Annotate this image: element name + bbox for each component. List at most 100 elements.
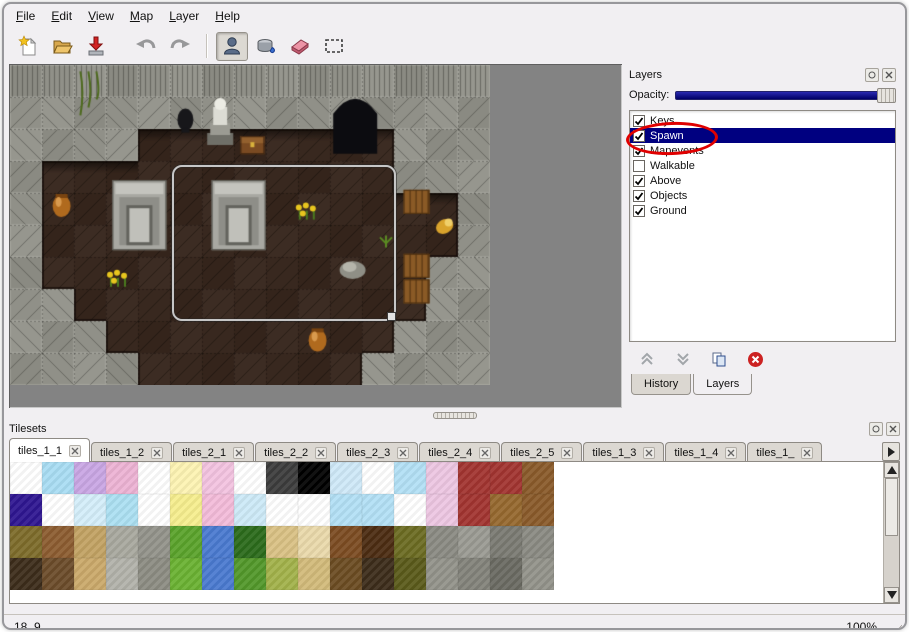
layer-row-above[interactable]: Above [630,173,895,188]
layer-row-objects[interactable]: Objects [630,188,895,203]
map-canvas-area[interactable] [9,64,622,408]
opacity-slider-track[interactable] [675,91,896,100]
close-panel-button[interactable] [882,68,896,82]
tileset-tile[interactable] [298,526,330,558]
tileset-tile[interactable] [298,494,330,526]
opacity-slider[interactable] [675,88,896,103]
tileset-tile[interactable] [330,494,362,526]
open-map-button[interactable] [46,32,78,61]
tileset-tile[interactable] [458,558,490,590]
tileset-tile[interactable] [490,494,522,526]
resize-grip[interactable] [889,622,902,630]
tileset-tile[interactable] [42,558,74,590]
tileset-tile[interactable] [106,494,138,526]
tileset-tab-tiles_2_3[interactable]: tiles_2_3 [337,442,418,462]
tileset-tile[interactable] [138,462,170,494]
map-selection[interactable] [172,165,396,321]
scrollbar-thumb[interactable] [885,478,898,536]
tileset-tile[interactable] [74,558,106,590]
tileset-tile[interactable] [10,462,42,494]
fill-tool-button[interactable] [250,32,282,61]
tileset-tab-tiles_1_2[interactable]: tiles_1_2 [91,442,172,462]
tileset-tab-tiles_1_[interactable]: tiles_1_ [747,442,822,462]
tileset-tile[interactable] [170,494,202,526]
splitter-grip[interactable] [433,412,477,419]
tileset-tile[interactable] [138,526,170,558]
tileset-tab-tiles_1_3[interactable]: tiles_1_3 [583,442,664,462]
tileset-tile[interactable] [202,526,234,558]
tileset-tile[interactable] [170,558,202,590]
tileset-tab-tiles_2_1[interactable]: tiles_2_1 [173,442,254,462]
tileset-tile[interactable] [362,558,394,590]
scroll-up-button[interactable] [884,462,899,478]
menu-layer[interactable]: Layer [161,5,207,27]
close-tab-button[interactable] [725,447,737,459]
scroll-down-button[interactable] [884,587,899,603]
float-panel-button[interactable] [865,68,879,82]
tileset-tile[interactable] [106,462,138,494]
undo-button[interactable] [130,32,162,61]
tileset-tile[interactable] [458,526,490,558]
tileset-tile[interactable] [42,494,74,526]
tileset-tile[interactable] [234,526,266,558]
close-tab-button[interactable] [69,445,81,457]
layer-visibility-checkbox[interactable] [633,160,645,172]
tileset-tile[interactable] [522,494,554,526]
tileset-tile[interactable] [394,558,426,590]
tileset-tile[interactable] [106,526,138,558]
save-map-button[interactable] [80,32,112,61]
tileset-tile[interactable] [490,558,522,590]
tileset-tile[interactable] [74,494,106,526]
close-tab-button[interactable] [151,447,163,459]
layer-visibility-checkbox[interactable] [633,190,645,202]
tileset-tab-tiles_2_2[interactable]: tiles_2_2 [255,442,336,462]
tileset-tab-tiles_2_4[interactable]: tiles_2_4 [419,442,500,462]
layer-row-mapevents[interactable]: Mapevents [630,143,895,158]
tileset-tile[interactable] [522,526,554,558]
tileset-tile[interactable] [362,526,394,558]
scroll-tabs-right-button[interactable] [882,442,900,461]
dock-tab-layers[interactable]: Layers [693,374,752,395]
layer-row-spawn[interactable]: Spawn [630,128,895,143]
tileset-tile[interactable] [458,494,490,526]
layer-visibility-checkbox[interactable] [633,145,645,157]
tileset-tile[interactable] [266,526,298,558]
tileset-tile[interactable] [202,462,234,494]
menu-view[interactable]: View [80,5,122,27]
tileset-tile[interactable] [234,494,266,526]
close-tilesets-button[interactable] [886,422,900,436]
close-tab-button[interactable] [561,447,573,459]
pointer-tool-button[interactable] [216,32,248,61]
tileset-tile[interactable] [426,494,458,526]
close-tab-button[interactable] [397,447,409,459]
tileset-tile[interactable] [42,462,74,494]
tileset-tile[interactable] [426,526,458,558]
dock-tab-history[interactable]: History [631,374,691,395]
float-tilesets-button[interactable] [869,422,883,436]
new-map-button[interactable] [12,32,44,61]
tileset-tile[interactable] [490,526,522,558]
tileset-tile[interactable] [74,462,106,494]
tileset-tile[interactable] [522,462,554,494]
layer-row-keys[interactable]: Keys [630,113,895,128]
menu-file[interactable]: File [8,5,43,27]
eraser-tool-button[interactable] [284,32,316,61]
selection-resize-handle[interactable] [387,312,396,321]
layer-visibility-checkbox[interactable] [633,175,645,187]
tileset-tile[interactable] [362,494,394,526]
tileset-scrollbar[interactable] [883,462,899,603]
layer-row-walkable[interactable]: Walkable [630,158,895,173]
tileset-tile[interactable] [74,526,106,558]
tileset-tile[interactable] [234,558,266,590]
tileset-tile[interactable] [106,558,138,590]
redo-button[interactable] [164,32,196,61]
tileset-tile[interactable] [362,462,394,494]
tileset-tab-tiles_1_4[interactable]: tiles_1_4 [665,442,746,462]
menu-edit[interactable]: Edit [43,5,80,27]
tileset-tile[interactable] [426,558,458,590]
menu-help[interactable]: Help [207,5,248,27]
close-tab-button[interactable] [479,447,491,459]
tileset-tile[interactable] [330,462,362,494]
tileset-tile[interactable] [10,558,42,590]
tileset-tile[interactable] [170,462,202,494]
